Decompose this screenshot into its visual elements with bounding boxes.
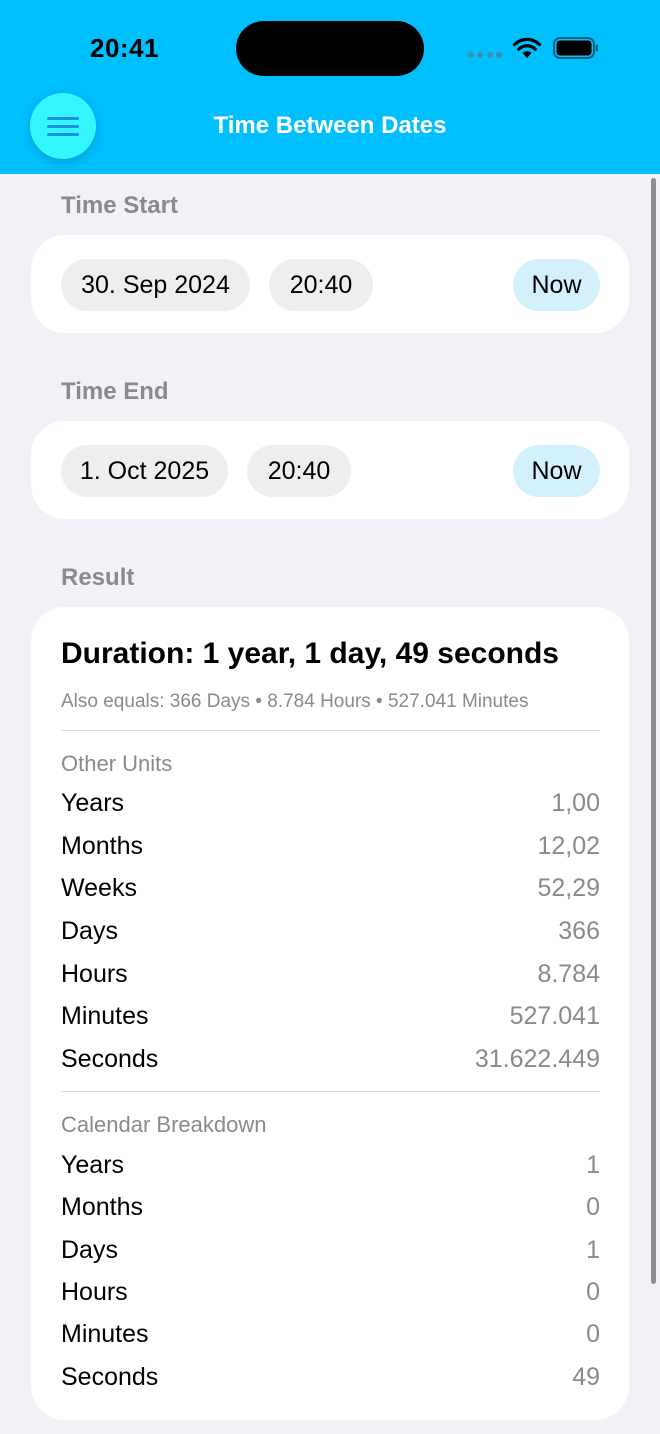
row-value: 1,00	[551, 788, 600, 817]
time-end-card: 1. Oct 2025 20:40 Now	[31, 421, 629, 519]
page-title: Time Between Dates	[213, 112, 447, 139]
row-label: Minutes	[61, 1319, 149, 1348]
other-units-row: Minutes 527.041	[61, 1001, 600, 1031]
row-label: Hours	[61, 1277, 128, 1306]
row-value: 0	[586, 1192, 600, 1221]
duration-summary: Duration: 1 year, 1 day, 49 seconds	[61, 637, 559, 670]
row-value: 1	[586, 1235, 600, 1264]
calendar-breakdown-row: Days 1	[61, 1235, 600, 1265]
row-value: 0	[586, 1277, 600, 1306]
row-value: 366	[558, 916, 600, 945]
time-end-label: Time End	[61, 378, 169, 405]
calendar-breakdown-row: Years 1	[61, 1150, 600, 1180]
row-value: 49	[572, 1362, 600, 1391]
end-time-picker[interactable]: 20:40	[247, 445, 351, 497]
other-units-row: Months 12,02	[61, 831, 600, 861]
row-label: Minutes	[61, 1001, 149, 1030]
other-units-row: Days 366	[61, 916, 600, 946]
other-units-row: Seconds 31.622.449	[61, 1044, 600, 1074]
app-header: 20:41 Time Between Dates	[0, 0, 660, 174]
row-value: 1	[586, 1150, 600, 1179]
divider	[61, 730, 600, 731]
row-value: 8.784	[537, 959, 600, 988]
other-units-row: Weeks 52,29	[61, 873, 600, 903]
vertical-scrollbar[interactable]	[651, 178, 656, 1284]
row-label: Days	[61, 1235, 118, 1264]
end-date-picker[interactable]: 1. Oct 2025	[61, 445, 228, 497]
time-start-label: Time Start	[61, 192, 178, 219]
battery-icon	[553, 37, 598, 59]
row-label: Seconds	[61, 1044, 159, 1073]
row-label: Hours	[61, 959, 128, 988]
row-label: Weeks	[61, 873, 137, 902]
wifi-icon	[512, 37, 542, 58]
status-bar-time: 20:41	[90, 33, 159, 63]
result-label: Result	[61, 564, 135, 591]
also-equals-text: Also equals: 366 Days • 8.784 Hours • 52…	[61, 691, 529, 712]
other-units-label: Other Units	[61, 751, 173, 776]
end-now-button[interactable]: Now	[513, 445, 600, 497]
row-label: Months	[61, 831, 143, 860]
row-label: Seconds	[61, 1362, 159, 1391]
dynamic-island	[236, 21, 424, 76]
start-now-button[interactable]: Now	[513, 259, 600, 311]
row-value: 527.041	[509, 1001, 600, 1030]
row-label: Years	[61, 788, 125, 817]
cellular-signal-icon	[468, 52, 502, 58]
calendar-breakdown-label: Calendar Breakdown	[61, 1112, 267, 1137]
row-value: 12,02	[537, 831, 600, 860]
row-label: Months	[61, 1192, 143, 1221]
row-label: Days	[61, 916, 118, 945]
calendar-breakdown-row: Months 0	[61, 1192, 600, 1222]
divider	[61, 1091, 600, 1092]
row-label: Years	[61, 1150, 125, 1179]
row-value: 31.622.449	[474, 1044, 600, 1073]
result-card: Duration: 1 year, 1 day, 49 seconds Also…	[31, 607, 629, 1420]
row-value: 0	[586, 1319, 600, 1348]
row-value: 52,29	[537, 873, 600, 902]
calendar-breakdown-row: Hours 0	[61, 1277, 600, 1307]
calendar-breakdown-row: Seconds 49	[61, 1362, 600, 1392]
other-units-row: Hours 8.784	[61, 959, 600, 989]
time-start-card: 30. Sep 2024 20:40 Now	[31, 235, 629, 333]
start-date-picker[interactable]: 30. Sep 2024	[61, 259, 250, 311]
other-units-row: Years 1,00	[61, 788, 600, 818]
calendar-breakdown-row: Minutes 0	[61, 1319, 600, 1349]
start-time-picker[interactable]: 20:40	[269, 259, 373, 311]
